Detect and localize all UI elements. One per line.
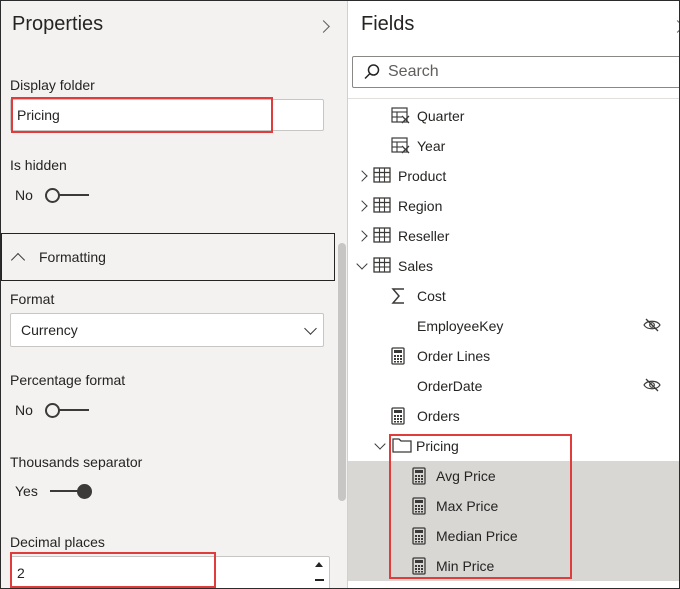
folder-icon (392, 437, 412, 456)
search-placeholder: Search (388, 63, 439, 80)
thousands-separator-row: Yes (15, 481, 92, 501)
fields-title: Fields (361, 13, 415, 35)
display-folder-value: Pricing (17, 107, 60, 123)
tree-item-order-lines[interactable]: Order Lines (348, 341, 679, 371)
tree-item-label: Min Price (436, 558, 495, 574)
properties-pane: Properties Display folder Pricing Is hid… (1, 1, 347, 588)
tree-item-label: Year (417, 138, 446, 154)
tree-item-year[interactable]: Year (348, 131, 679, 161)
percentage-format-label: Percentage format (10, 372, 126, 388)
sigma-icon (391, 287, 407, 308)
search-separator (348, 98, 679, 99)
formatting-label: Formatting (39, 249, 106, 265)
tree-item-avg-price[interactable]: Avg Price (348, 461, 679, 491)
percentage-format-row: No (15, 400, 91, 420)
tree-item-label: Region (398, 198, 443, 214)
formatting-section-header[interactable]: Formatting (1, 233, 335, 281)
decimal-places-label: Decimal places (10, 534, 105, 550)
tree-item-label: Cost (417, 288, 446, 304)
chevron-right-icon[interactable] (356, 200, 368, 212)
eye-hidden-icon (643, 318, 661, 335)
tree-item-label: Avg Price (436, 468, 496, 484)
tree-item-pricing[interactable]: Pricing (348, 431, 679, 461)
tree-item-label: OrderDate (417, 378, 483, 394)
search-input[interactable]: Search (352, 56, 679, 88)
tree-item-label: Pricing (416, 438, 459, 454)
properties-scrollbar[interactable] (338, 243, 346, 501)
tree-item-label: Order Lines (417, 348, 491, 364)
tree-item-label: Sales (398, 258, 434, 274)
chevron-right-icon[interactable] (356, 170, 368, 182)
decimal-places-input[interactable]: 2 (10, 556, 330, 588)
display-folder-label: Display folder (10, 77, 95, 93)
percentage-format-state: No (15, 402, 33, 418)
tree-item-label: Product (398, 168, 447, 184)
properties-title: Properties (12, 13, 104, 35)
format-value: Currency (21, 322, 78, 338)
tree-item-region[interactable]: Region (348, 191, 679, 221)
calculator-icon (391, 347, 405, 368)
decrement-icon[interactable] (315, 579, 324, 581)
thousands-separator-state: Yes (15, 483, 38, 499)
tree-item-label: Reseller (398, 228, 450, 244)
chevron-down-icon (304, 322, 317, 335)
thousands-separator-toggle[interactable] (46, 481, 92, 501)
calculator-icon (412, 497, 426, 518)
table-icon (373, 227, 391, 246)
chevron-down-icon[interactable] (374, 438, 386, 450)
hierarchy-field-icon (391, 107, 411, 128)
tree-item-label: EmployeeKey (417, 318, 504, 334)
tree-item-reseller[interactable]: Reseller (348, 221, 679, 251)
tree-item-label: Quarter (417, 108, 465, 124)
tree-item-label: Median Price (436, 528, 518, 544)
tree-item-label: Max Price (436, 498, 499, 514)
search-icon (364, 64, 380, 80)
hierarchy-field-icon (391, 137, 411, 158)
increment-icon[interactable] (315, 562, 323, 567)
collapse-properties-icon[interactable] (317, 20, 330, 33)
calculator-icon (391, 407, 405, 428)
tree-item-median-price[interactable]: Median Price (348, 521, 679, 551)
window: Properties Display folder Pricing Is hid… (0, 0, 680, 589)
format-label: Format (10, 291, 55, 307)
decimal-places-value: 2 (17, 565, 25, 581)
is-hidden-label: Is hidden (10, 157, 67, 173)
fields-pane: Fields Search Quarter Year Product Region Re… (348, 1, 679, 588)
tree-item-label: Orders (417, 408, 460, 424)
calculator-icon (412, 467, 426, 488)
collapse-fields-icon[interactable] (671, 20, 679, 33)
display-folder-input[interactable]: Pricing (10, 99, 324, 131)
calculator-icon (412, 527, 426, 548)
table-icon (373, 197, 391, 216)
tree-item-orderdate[interactable]: OrderDate (348, 371, 679, 401)
tree-item-min-price[interactable]: Min Price (348, 551, 679, 581)
tree-item-sales[interactable]: Sales (348, 251, 679, 281)
table-icon (373, 257, 391, 276)
table-icon (373, 167, 391, 186)
calculator-icon (412, 557, 426, 578)
format-dropdown[interactable]: Currency (10, 313, 324, 347)
thousands-separator-label: Thousands separator (10, 454, 143, 470)
tree-item-product[interactable]: Product (348, 161, 679, 191)
tree-item-cost[interactable]: Cost (348, 281, 679, 311)
is-hidden-state: No (15, 187, 33, 203)
chevron-up-icon (10, 252, 26, 268)
tree-item-max-price[interactable]: Max Price (348, 491, 679, 521)
is-hidden-row: No (15, 185, 91, 205)
is-hidden-toggle[interactable] (44, 185, 91, 205)
tree-item-orders[interactable]: Orders (348, 401, 679, 431)
chevron-down-icon[interactable] (356, 258, 368, 270)
chevron-right-icon[interactable] (356, 230, 368, 242)
tree-item-quarter[interactable]: Quarter (348, 101, 679, 131)
tree-item-employeekey[interactable]: EmployeeKey (348, 311, 679, 341)
percentage-format-toggle[interactable] (44, 400, 91, 420)
eye-hidden-icon (643, 378, 661, 395)
